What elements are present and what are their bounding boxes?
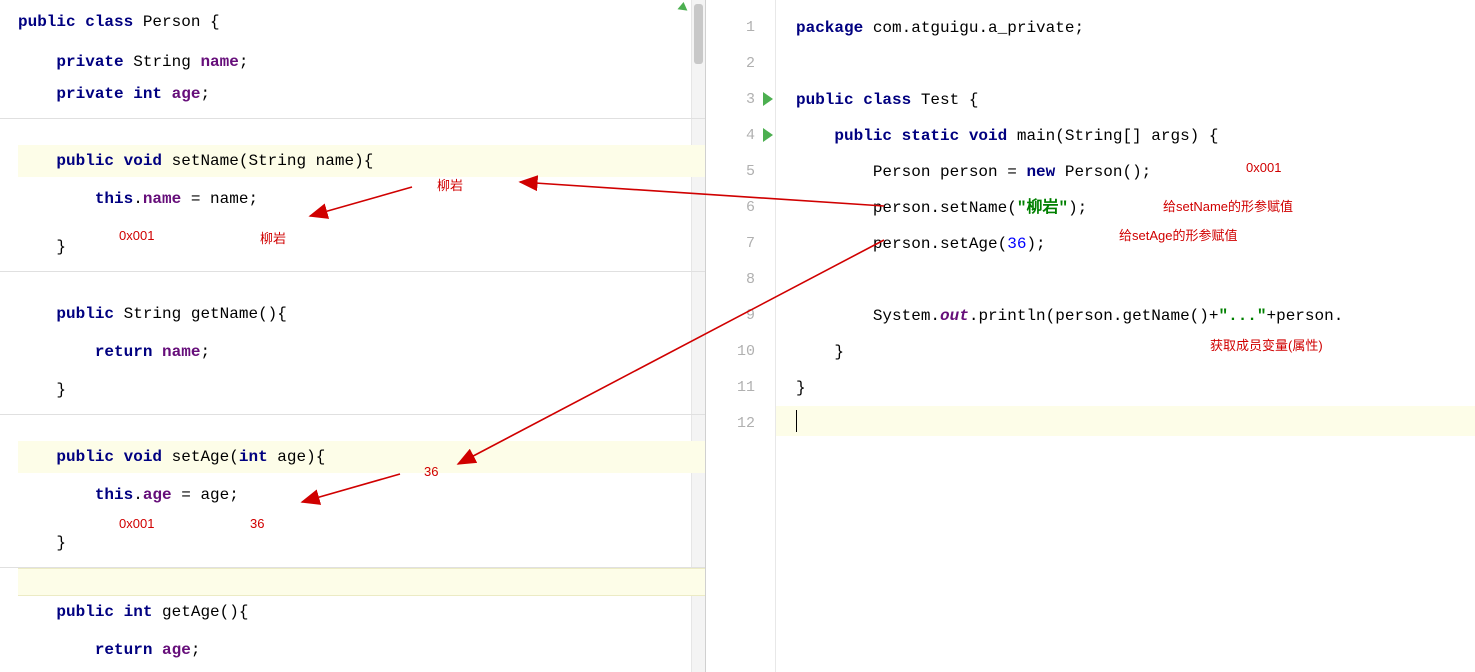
annotation-new-addr: 0x001 (1246, 160, 1281, 175)
line-number[interactable]: 12 (706, 406, 775, 442)
run-icon[interactable] (763, 92, 773, 106)
code-line: this.age = age; (18, 479, 705, 511)
line-number[interactable]: 1 (706, 10, 775, 46)
run-icon[interactable] (763, 128, 773, 142)
code-line: } (776, 370, 1475, 406)
code-line: public class Person { (18, 6, 705, 38)
annotation-param-name: 柳岩 (437, 175, 463, 194)
annotation-setname-cn: 给setName的形参赋值 (1163, 196, 1293, 215)
line-number-gutter[interactable]: 1 2 3 4 5 6 7 8 9 10 11 12 (706, 0, 776, 672)
code-line: public class Test { (776, 82, 1475, 118)
right-editor-pane[interactable]: 1 2 3 4 5 6 7 8 9 10 11 12 package com.a… (706, 0, 1475, 672)
code-line: public String getName(){ (18, 298, 705, 330)
line-number[interactable]: 5 (706, 154, 775, 190)
code-line: Person person = new Person(); (776, 154, 1475, 190)
code-line: } (18, 527, 705, 559)
annotation-getter-cn: 获取成员变量(属性) (1210, 335, 1323, 354)
line-number[interactable]: 7 (706, 226, 775, 262)
line-number[interactable]: 8 (706, 262, 775, 298)
line-number[interactable]: 4 (706, 118, 775, 154)
code-line: private int age; (18, 78, 705, 110)
left-code-area[interactable]: public class Person { private String nam… (0, 0, 705, 672)
code-line: package com.atguigu.a_private; (776, 10, 1475, 46)
code-line (776, 406, 1475, 442)
annotation-this-addr: 0x001 (119, 228, 154, 243)
code-line: public static void main(String[] args) { (776, 118, 1475, 154)
code-line: private String name; (18, 46, 705, 78)
line-number[interactable]: 3 (706, 82, 775, 118)
line-number[interactable]: 10 (706, 334, 775, 370)
code-line (776, 262, 1475, 298)
annotation-name-value: 柳岩 (260, 228, 286, 247)
code-line: return age; (18, 634, 705, 666)
code-line: System.out.println(person.getName()+"...… (776, 298, 1475, 334)
annotation-this-addr-2: 0x001 (119, 516, 154, 531)
code-line: } (18, 374, 705, 406)
line-number[interactable]: 9 (706, 298, 775, 334)
annotation-setage-cn: 给setAge的形参赋值 (1119, 225, 1237, 244)
line-number[interactable]: 11 (706, 370, 775, 406)
code-line: return name; (18, 336, 705, 368)
right-code-area[interactable]: package com.atguigu.a_private; public cl… (776, 0, 1475, 672)
left-editor-pane[interactable]: public class Person { private String nam… (0, 0, 706, 672)
line-number[interactable]: 2 (706, 46, 775, 82)
code-line: this.name = name; (18, 183, 705, 215)
code-line: } (776, 334, 1475, 370)
annotation-age-value: 36 (250, 516, 264, 531)
code-line: public void setAge(int age){ (18, 441, 705, 473)
code-line (776, 46, 1475, 82)
annotation-param-age: 36 (424, 464, 438, 479)
code-line: public void setName(String name){ (18, 145, 705, 177)
line-number[interactable]: 6 (706, 190, 775, 226)
code-line: person.setName("柳岩"); (776, 190, 1475, 226)
code-line: public int getAge(){ (18, 596, 705, 628)
